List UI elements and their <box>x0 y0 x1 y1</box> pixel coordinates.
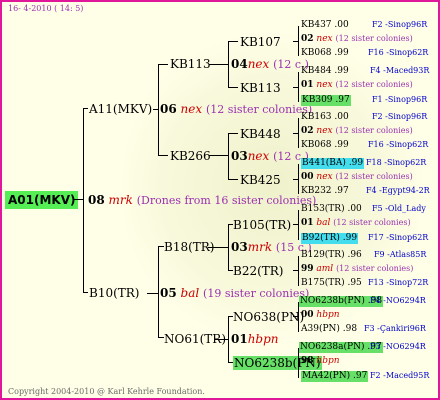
connector <box>298 72 299 102</box>
drone-row: 98 hbpn <box>301 356 340 366</box>
connector <box>158 64 168 65</box>
drone-line: 04nex (12 c.) <box>231 57 309 71</box>
queen-origin: F16 -Sinop62R <box>368 140 429 149</box>
connector <box>83 108 88 109</box>
connector <box>215 339 229 340</box>
connector <box>158 246 159 338</box>
queen-origin: F2 -Maced95R <box>370 371 430 380</box>
queen-row[interactable]: KB484 .99 <box>301 67 349 76</box>
queen-row[interactable]: KB068 .99 <box>301 141 349 150</box>
connector <box>228 87 238 88</box>
drone-row: 99 aml (12 sister colonies) <box>301 264 414 274</box>
queen-row[interactable]: KB309 .97 <box>301 95 351 106</box>
queen-kb113[interactable]: KB113 <box>170 58 211 70</box>
drone-row: 00 hbpn <box>301 310 340 320</box>
queen-kb107[interactable]: KB107 <box>240 36 281 48</box>
connector <box>298 26 299 56</box>
connector <box>209 64 229 65</box>
queen-row[interactable]: B175(TR) .95 <box>301 279 362 288</box>
queen-origin: F1 -Sinop96R <box>372 95 428 104</box>
queen-origin: F9 -Atlas85R <box>374 250 427 259</box>
queen-origin: F16 -Sinop62R <box>368 48 429 57</box>
queen-kb448[interactable]: KB448 <box>240 128 281 140</box>
queen-b105[interactable]: B105(TR) <box>233 219 291 231</box>
queen-row[interactable]: B129(TR) .96 <box>301 251 362 260</box>
queen-row[interactable]: B92(TR) .99 <box>301 233 359 244</box>
drone-line: 06 nex (12 sister colonies) <box>160 102 313 116</box>
queen-no638[interactable]: NO638(PN) <box>233 311 304 323</box>
queen-row[interactable]: KB437 .00 <box>301 21 349 30</box>
root-queen[interactable]: A01(MKV) <box>5 191 79 209</box>
connector <box>208 247 229 248</box>
queen-origin: F13 -Sinop72R <box>368 278 429 287</box>
connector <box>83 108 84 293</box>
drone-line: 03mrk (15 c.) <box>231 240 312 254</box>
queen-origin: F4 -Egypt94-2R <box>366 186 430 195</box>
drone-line: 03nex (12 c.) <box>231 149 309 163</box>
connector <box>228 41 238 42</box>
connector <box>298 164 299 194</box>
queen-origin: F4 -Maced93R <box>370 66 430 75</box>
queen-origin: F4 -NO6294R <box>370 296 426 305</box>
connector <box>73 199 83 200</box>
drone-row: 02 nex (12 sister colonies) <box>301 34 413 44</box>
queen-row[interactable]: MA42(PN) .97 <box>301 371 369 382</box>
drone-line: 08 mrk (Drones from 16 sister colonies) <box>88 193 317 207</box>
drone-line: 05 bal (19 sister colonies) <box>160 286 310 300</box>
connector <box>228 133 229 180</box>
queen-kb113-g4[interactable]: KB113 <box>240 82 281 94</box>
queen-origin: F17 -Sinop62R <box>368 233 429 242</box>
connector <box>298 256 299 286</box>
connector <box>298 210 299 240</box>
date-stamp: 16- 4-2010 ( 14: 5) <box>8 4 84 13</box>
queen-row[interactable]: KB163 .00 <box>301 113 349 122</box>
pedigree-chart: 16- 4-2010 ( 14: 5) Copyright 2004-2010 … <box>0 0 440 400</box>
drone-row: 01 bal (12 sister colonies) <box>301 218 411 228</box>
drone-line: 01hbpn <box>231 332 279 346</box>
queen-origin: F3 -Çankiri96R <box>364 324 426 333</box>
connector <box>158 64 159 156</box>
connector <box>158 155 168 156</box>
connector <box>298 118 299 148</box>
queen-origin: F18 -Sinop62R <box>366 158 427 167</box>
connector <box>228 179 238 180</box>
queen-a11[interactable]: A11(MKV) <box>89 103 152 115</box>
queen-row[interactable]: KB068 .99 <box>301 49 349 58</box>
queen-origin: F2 -Sinop96R <box>372 112 428 121</box>
connector <box>228 133 238 134</box>
queen-row[interactable]: KB232 .97 <box>301 187 349 196</box>
connector <box>228 316 229 363</box>
connector <box>228 224 229 271</box>
copyright: Copyright 2004-2010 @ Karl Kehrle Founda… <box>8 387 205 396</box>
drone-row: 02 nex (12 sister colonies) <box>301 126 413 136</box>
queen-origin: F2 -Sinop96R <box>372 20 428 29</box>
queen-row[interactable]: A39(PN) .98 <box>301 325 357 334</box>
queen-kb425[interactable]: KB425 <box>240 174 281 186</box>
connector <box>209 155 229 156</box>
queen-b18[interactable]: B18(TR) <box>164 241 215 253</box>
connector <box>83 292 88 293</box>
queen-b10[interactable]: B10(TR) <box>89 287 140 299</box>
drone-row: 00 nex (12 sister colonies) <box>301 172 413 182</box>
drone-row: 01 nex (12 sister colonies) <box>301 80 413 90</box>
queen-origin: F5 -Old_Lady <box>372 204 426 213</box>
queen-kb266[interactable]: KB266 <box>170 150 211 162</box>
queen-b22[interactable]: B22(TR) <box>233 265 284 277</box>
queen-origin: F3 -NO6294R <box>370 342 426 351</box>
queen-row[interactable]: B153(TR) .00 <box>301 205 362 214</box>
queen-row[interactable]: B441(BA) .99 <box>301 158 365 169</box>
